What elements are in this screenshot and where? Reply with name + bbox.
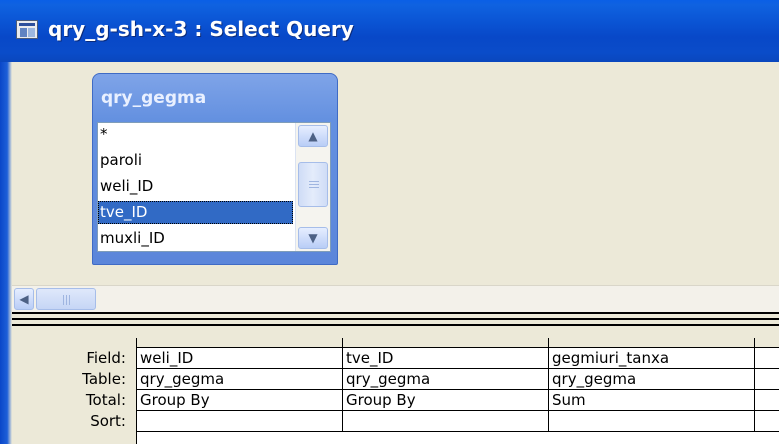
field-cell[interactable] <box>755 348 779 369</box>
total-cell[interactable]: Group By <box>343 390 549 411</box>
total-cell[interactable]: Sum <box>549 390 755 411</box>
field-item-paroli[interactable]: paroli <box>98 149 293 172</box>
select-query-window: qry_g-sh-x-3 : Select Query qry_gegma * … <box>0 0 779 444</box>
field-list-qry-gegma[interactable]: qry_gegma * paroli weli_ID tve_ID muxli_… <box>92 73 338 265</box>
total-cell[interactable]: Group By <box>137 390 343 411</box>
table-cell[interactable]: qry_gegma <box>549 369 755 390</box>
total-cell[interactable] <box>755 390 779 411</box>
column-selector[interactable] <box>549 338 755 348</box>
column-selector[interactable] <box>137 338 343 348</box>
column-selector[interactable] <box>755 338 779 348</box>
horizontal-scrollbar-thumb[interactable] <box>36 288 96 310</box>
sort-cell[interactable] <box>343 411 549 432</box>
window-title: qry_g-sh-x-3 : Select Query <box>48 17 354 41</box>
table-pane-horizontal-scrollbar[interactable]: ◀ <box>12 285 779 312</box>
table-cell[interactable] <box>755 369 779 390</box>
field-cell[interactable]: gegmiuri_tanxa <box>549 348 755 369</box>
field-item-weli-id[interactable]: weli_ID <box>98 175 293 198</box>
column-selector[interactable] <box>343 338 549 348</box>
arrow-left-icon[interactable]: ◀ <box>14 288 34 310</box>
row-label-sort: Sort: <box>90 412 126 430</box>
window-left-border <box>0 62 12 444</box>
title-bar[interactable]: qry_g-sh-x-3 : Select Query <box>0 0 779 62</box>
row-label-total: Total: <box>85 391 126 409</box>
field-cell[interactable]: weli_ID <box>137 348 343 369</box>
sort-cell[interactable] <box>137 411 343 432</box>
table-cell[interactable]: qry_gegma <box>137 369 343 390</box>
field-listbox[interactable]: * paroli weli_ID tve_ID muxli_ID ▲ ▼ <box>97 122 331 252</box>
field-item-all[interactable]: * <box>98 123 293 146</box>
design-grid-pane: Field: Table: Total: Sort: weli_ID tve_I… <box>12 326 779 444</box>
scrollbar-thumb[interactable] <box>298 162 328 207</box>
table-cell[interactable]: qry_gegma <box>343 369 549 390</box>
field-item-muxli-id[interactable]: muxli_ID <box>98 227 293 250</box>
field-item-tve-id[interactable]: tve_ID <box>98 201 293 224</box>
query-icon[interactable] <box>16 20 38 39</box>
field-list-vertical-scrollbar[interactable]: ▲ ▼ <box>295 123 330 251</box>
sort-cell[interactable] <box>755 411 779 432</box>
pane-splitter[interactable] <box>12 312 779 326</box>
field-list-title[interactable]: qry_gegma <box>101 88 206 108</box>
table-pane: qry_gegma * paroli weli_ID tve_ID muxli_… <box>12 62 779 312</box>
field-cell[interactable]: tve_ID <box>343 348 549 369</box>
sort-cell[interactable] <box>549 411 755 432</box>
row-label-table: Table: <box>82 370 126 388</box>
arrow-down-icon[interactable]: ▼ <box>298 227 328 249</box>
query-design-grid: weli_ID tve_ID gegmiuri_tanxa qry_gegma … <box>136 338 779 444</box>
row-label-field: Field: <box>86 349 126 367</box>
arrow-up-icon[interactable]: ▲ <box>298 125 328 147</box>
